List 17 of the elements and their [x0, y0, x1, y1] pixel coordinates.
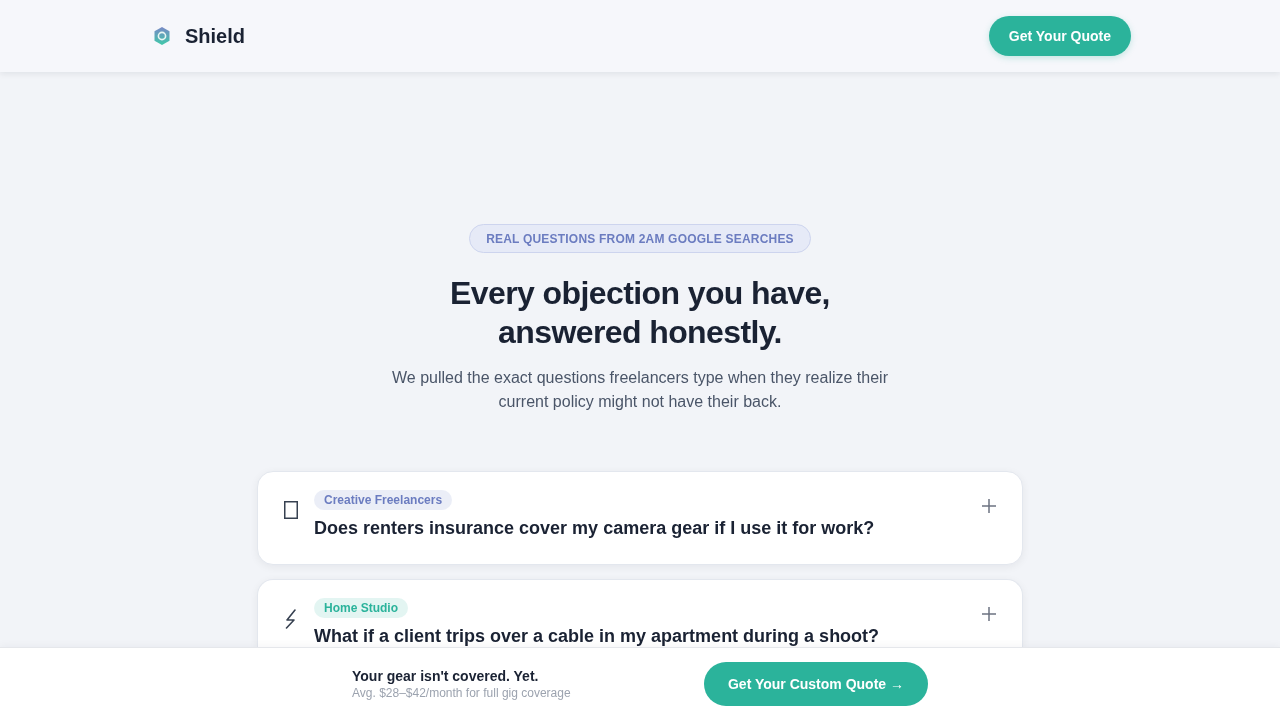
faq-question: Does renters insurance cover my camera gear if I use it for work? — [314, 517, 875, 539]
faq-card[interactable]: Creative Freelancers Does renters insurance cover my camera gear if I use it for work? — [257, 471, 1023, 565]
category-tag: Creative Freelancers — [314, 490, 453, 510]
plus-icon[interactable] — [982, 607, 996, 621]
plus-icon[interactable] — [982, 499, 996, 513]
empty-rectangle-icon — [284, 501, 298, 519]
section-subtitle: We pulled the exact questions freelancers type when they realize their current policy might not have their back. — [391, 368, 889, 412]
price-note: Avg. $28–$42/month for full gig coverage — [352, 685, 571, 701]
lightning-bolt-icon — [284, 609, 298, 629]
brand-name[interactable]: Shield — [185, 21, 245, 51]
eyebrow-badge: REAL QUESTIONS FROM 2AM GOOGLE SEARCHES — [469, 224, 811, 253]
coverage-warning: Your gear isn't covered. Yet. — [352, 667, 540, 685]
hexagon-logo-icon — [153, 26, 171, 46]
section-heading: Every objection you have, answered honestly. — [450, 274, 830, 352]
faq-card[interactable]: Home Studio What if a client trips over a cable in my apartment during a shoot? — [257, 579, 1023, 647]
category-tag: Home Studio — [314, 598, 408, 618]
faq-question: What if a client trips over a cable in my apartment during a shoot? — [314, 625, 880, 647]
